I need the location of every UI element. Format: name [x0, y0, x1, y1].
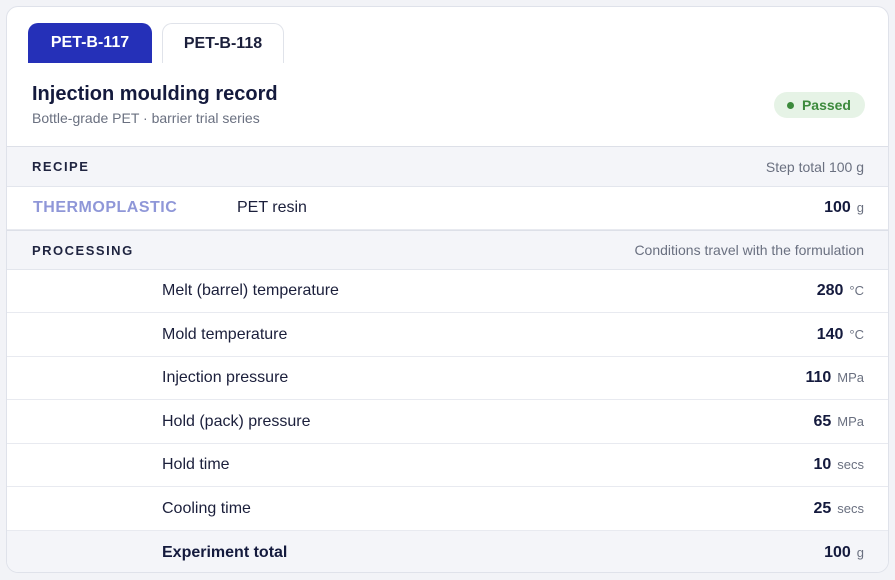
processing-heading: PROCESSING [32, 242, 134, 258]
processing-section-header: PROCESSING Conditions travel with the fo… [7, 230, 888, 270]
parameter-name: Mold temperature [162, 326, 288, 343]
status-dot-icon [786, 101, 794, 109]
page-subtitle: Bottle-grade PET · barrier trial series [32, 110, 260, 126]
parameter-name: Hold time [162, 456, 230, 473]
recipe-row: THERMOPLASTIC PET resin 100 g [7, 187, 888, 230]
recipe-amount-value: 100 [824, 199, 851, 216]
status-badge: Passed [773, 92, 865, 118]
experiment-total-unit: g [856, 544, 864, 560]
table-row: Hold time 10 secs [7, 444, 888, 487]
experiment-tabs: PET-B-117 PET-B-118 [28, 23, 284, 63]
experiment-total-number: 100 [824, 543, 851, 561]
record-card: PET-B-117 PET-B-118 Injection moulding r… [6, 6, 889, 573]
table-row: Injection pressure 110 MPa [7, 357, 888, 400]
tab-pet-b-118[interactable]: PET-B-118 [162, 23, 284, 63]
parameter-value: 25 secs [813, 500, 864, 518]
recipe-section-header: RECIPE Step total 100 g [7, 146, 888, 187]
page-title: Injection moulding record [32, 83, 278, 105]
parameter-value: 10 secs [813, 456, 864, 474]
experiment-total-label: Experiment total [162, 543, 288, 561]
recipe-amount: 100 g [824, 199, 864, 217]
parameter-value-number: 25 [813, 500, 832, 517]
recipe-step-total: Step total 100 g [765, 158, 864, 175]
table-row: Melt (barrel) temperature 280 °C [7, 270, 888, 313]
parameter-name: Cooling time [162, 500, 251, 517]
parameter-unit: °C [849, 283, 864, 298]
parameter-unit: secs [837, 501, 864, 516]
parameter-unit: secs [837, 457, 864, 472]
table-row: Mold temperature 140 °C [7, 314, 888, 357]
experiment-total-row: Experiment total 100 g [7, 531, 888, 572]
parameter-value: 280 °C [817, 282, 864, 300]
parameter-value: 140 °C [817, 326, 864, 344]
recipe-amount-unit: g [856, 200, 864, 215]
recipe-category: THERMOPLASTIC [33, 199, 178, 216]
parameter-value: 110 MPa [805, 369, 864, 387]
parameter-name: Hold (pack) pressure [162, 413, 311, 430]
parameter-value-number: 110 [805, 369, 832, 386]
table-row: Hold (pack) pressure 65 MPa [7, 401, 888, 444]
status-badge-label: Passed [801, 97, 851, 113]
recipe-heading: RECIPE [32, 159, 90, 174]
parameter-value-number: 140 [816, 326, 844, 343]
parameter-value: 65 MPa [813, 413, 864, 431]
experiment-total-value: 100 g [824, 544, 864, 562]
parameter-name: Injection pressure [162, 369, 289, 386]
parameter-unit: °C [849, 327, 864, 342]
processing-note: Conditions travel with the formulation [634, 242, 864, 258]
parameter-value-number: 10 [813, 456, 832, 473]
parameter-value-number: 65 [813, 413, 832, 430]
table-row: Cooling time 25 secs [7, 488, 888, 531]
tab-pet-b-117[interactable]: PET-B-117 [28, 23, 152, 63]
recipe-material: PET resin [237, 199, 307, 216]
parameter-value-number: 280 [816, 282, 844, 299]
parameter-name: Melt (barrel) temperature [162, 282, 339, 299]
parameter-unit: MPa [837, 370, 864, 385]
parameter-unit: MPa [837, 414, 864, 429]
